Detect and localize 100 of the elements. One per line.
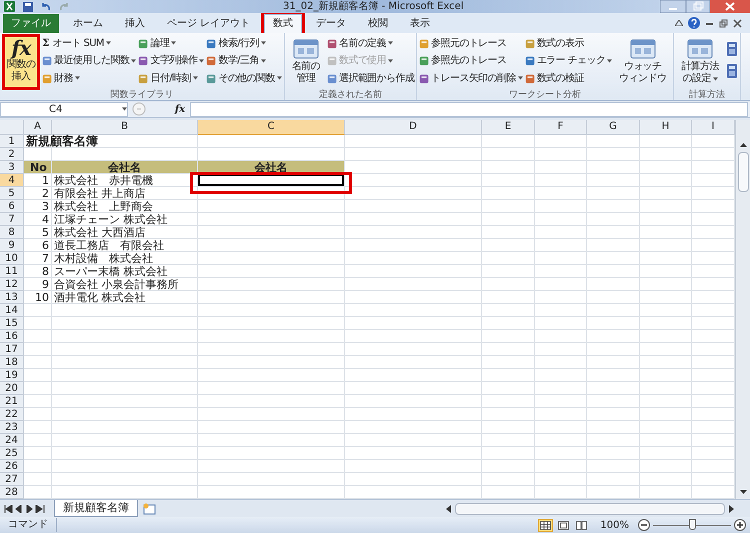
row-header[interactable]: 8 <box>0 226 24 240</box>
grid-cell[interactable]: 有限会社 井上商店 <box>52 187 198 200</box>
column-header[interactable]: F <box>535 120 587 136</box>
ribbon-large-button[interactable]: 名前の 管理 <box>286 34 326 90</box>
column-header[interactable]: A <box>24 120 52 136</box>
row-header[interactable]: 5 <box>0 187 24 200</box>
collapse-ribbon-icon[interactable] <box>675 20 683 26</box>
view-button[interactable] <box>574 518 590 532</box>
zoom-slider-thumb[interactable] <box>689 519 696 530</box>
row-header[interactable]: 19 <box>0 369 24 382</box>
row-header[interactable]: 28 <box>0 486 24 500</box>
grid-cell[interactable]: 2 <box>24 187 52 200</box>
row-header[interactable]: 21 <box>0 395 24 408</box>
ribbon-tab[interactable]: ページ レイアウト <box>159 14 258 33</box>
column-header[interactable]: G <box>587 120 640 136</box>
ribbon-command[interactable]: 参照元のトレース <box>419 36 523 51</box>
grid-cell[interactable]: 7 <box>24 252 52 266</box>
grid-cell[interactable]: 株式会社 赤井電機 <box>52 174 198 188</box>
vertical-scrollbar[interactable] <box>735 120 750 500</box>
grid-cell[interactable]: 株式会社 上野商会 <box>52 200 198 214</box>
sheet-navigation-icon[interactable] <box>4 504 46 513</box>
row-header[interactable]: 7 <box>0 213 24 226</box>
row-header[interactable]: 14 <box>0 304 24 318</box>
ribbon-tab[interactable]: データ <box>308 14 354 33</box>
row-header[interactable]: 4 <box>0 174 24 188</box>
grid-cell[interactable]: 1 <box>24 174 52 188</box>
ribbon-command[interactable]: 選択範囲から作成 <box>327 70 414 86</box>
calculator-icon[interactable] <box>726 64 738 78</box>
grid-cell[interactable]: 10 <box>24 291 52 304</box>
zoom-in-icon[interactable] <box>734 519 746 532</box>
close-icon[interactable] <box>710 0 750 13</box>
ribbon-tab[interactable]: 挿入 <box>117 14 153 33</box>
view-button[interactable] <box>538 518 554 532</box>
row-header[interactable]: 22 <box>0 408 24 422</box>
ribbon-command[interactable]: 数式の検証 <box>524 70 612 86</box>
ribbon-command[interactable]: 数学/三角 <box>206 53 282 68</box>
ribbon-command[interactable]: 日付/時刻 <box>138 70 204 86</box>
help-icon[interactable] <box>688 17 700 30</box>
column-header[interactable]: B <box>52 120 198 136</box>
name-box[interactable]: C4 <box>0 102 128 117</box>
ribbon-command[interactable]: 最近使用した関数 <box>42 53 136 68</box>
column-header[interactable]: D <box>345 120 482 136</box>
calculator-icon[interactable] <box>726 42 738 56</box>
restore-icon[interactable] <box>686 0 710 13</box>
row-header[interactable]: 6 <box>0 200 24 214</box>
formula-input[interactable] <box>190 102 748 117</box>
row-header[interactable]: 1 <box>0 135 24 148</box>
grid-cell[interactable]: 木村設備 株式会社 <box>52 252 198 266</box>
select-all-corner[interactable] <box>0 120 24 136</box>
column-header[interactable]: H <box>640 120 692 136</box>
close-icon[interactable] <box>733 18 742 28</box>
view-button[interactable] <box>556 518 572 532</box>
row-header[interactable]: 9 <box>0 239 24 252</box>
horizontal-scrollbar[interactable] <box>455 502 725 515</box>
row-header[interactable]: 23 <box>0 421 24 434</box>
grid-cell[interactable]: 9 <box>24 278 52 292</box>
grid-cell[interactable]: 道長工務店 有限会社 <box>52 239 198 252</box>
sheet-tab[interactable]: 新規顧客名簿 <box>54 500 138 518</box>
row-header[interactable]: 12 <box>0 278 24 292</box>
row-header[interactable]: 20 <box>0 382 24 396</box>
insert-function-button[interactable]: fx <box>170 102 190 117</box>
grid-cell[interactable]: No <box>24 161 52 174</box>
ribbon-tab[interactable]: 表示 <box>402 14 438 33</box>
ribbon-tab[interactable]: 校閲 <box>360 14 396 33</box>
ribbon-command[interactable]: Σ オート SUM <box>42 36 136 51</box>
grid-cell[interactable]: 5 <box>24 226 52 240</box>
row-header[interactable]: 27 <box>0 473 24 486</box>
scroll-thumb[interactable] <box>738 152 748 192</box>
ribbon-command[interactable]: 財務 <box>42 70 136 86</box>
grid-cell[interactable]: 4 <box>24 213 52 226</box>
column-header[interactable]: C <box>198 120 345 136</box>
row-header[interactable]: 18 <box>0 356 24 370</box>
ribbon-command[interactable]: エラー チェック <box>524 53 612 68</box>
ribbon-command[interactable]: 文字列操作 <box>138 53 204 68</box>
row-header[interactable]: 2 <box>0 148 24 162</box>
column-header[interactable]: I <box>692 120 735 136</box>
ribbon-large-button[interactable]: ウォッチ ウィンドウ <box>614 34 672 90</box>
ribbon-command[interactable]: 論理 <box>138 36 204 51</box>
column-header[interactable]: E <box>482 120 535 136</box>
grid-cell[interactable]: 3 <box>24 200 52 214</box>
restore-icon[interactable] <box>719 18 728 28</box>
ribbon-large-button[interactable]: 計算方法 の設定 <box>676 34 724 90</box>
ribbon-command[interactable]: 数式の表示 <box>524 36 612 51</box>
row-header[interactable]: 15 <box>0 317 24 330</box>
row-header[interactable]: 10 <box>0 252 24 266</box>
row-header[interactable]: 26 <box>0 460 24 474</box>
grid-cell[interactable]: 8 <box>24 265 52 278</box>
row-header[interactable]: 25 <box>0 447 24 460</box>
minimize-icon[interactable] <box>660 0 686 13</box>
grid-cell[interactable]: スーパー末橋 株式会社 <box>52 265 198 278</box>
row-header[interactable]: 13 <box>0 291 24 304</box>
file-tab[interactable]: ファイル <box>3 14 59 33</box>
ribbon-tab[interactable]: 数式 <box>264 14 302 33</box>
zoom-out-icon[interactable] <box>638 519 650 532</box>
row-header[interactable]: 16 <box>0 330 24 344</box>
undo-icon[interactable] <box>41 2 51 12</box>
row-header[interactable]: 17 <box>0 343 24 356</box>
zoom-level[interactable]: 100% <box>600 518 629 533</box>
ribbon-command[interactable]: トレース矢印の削除 <box>419 70 523 86</box>
zoom-slider[interactable] <box>653 519 731 532</box>
